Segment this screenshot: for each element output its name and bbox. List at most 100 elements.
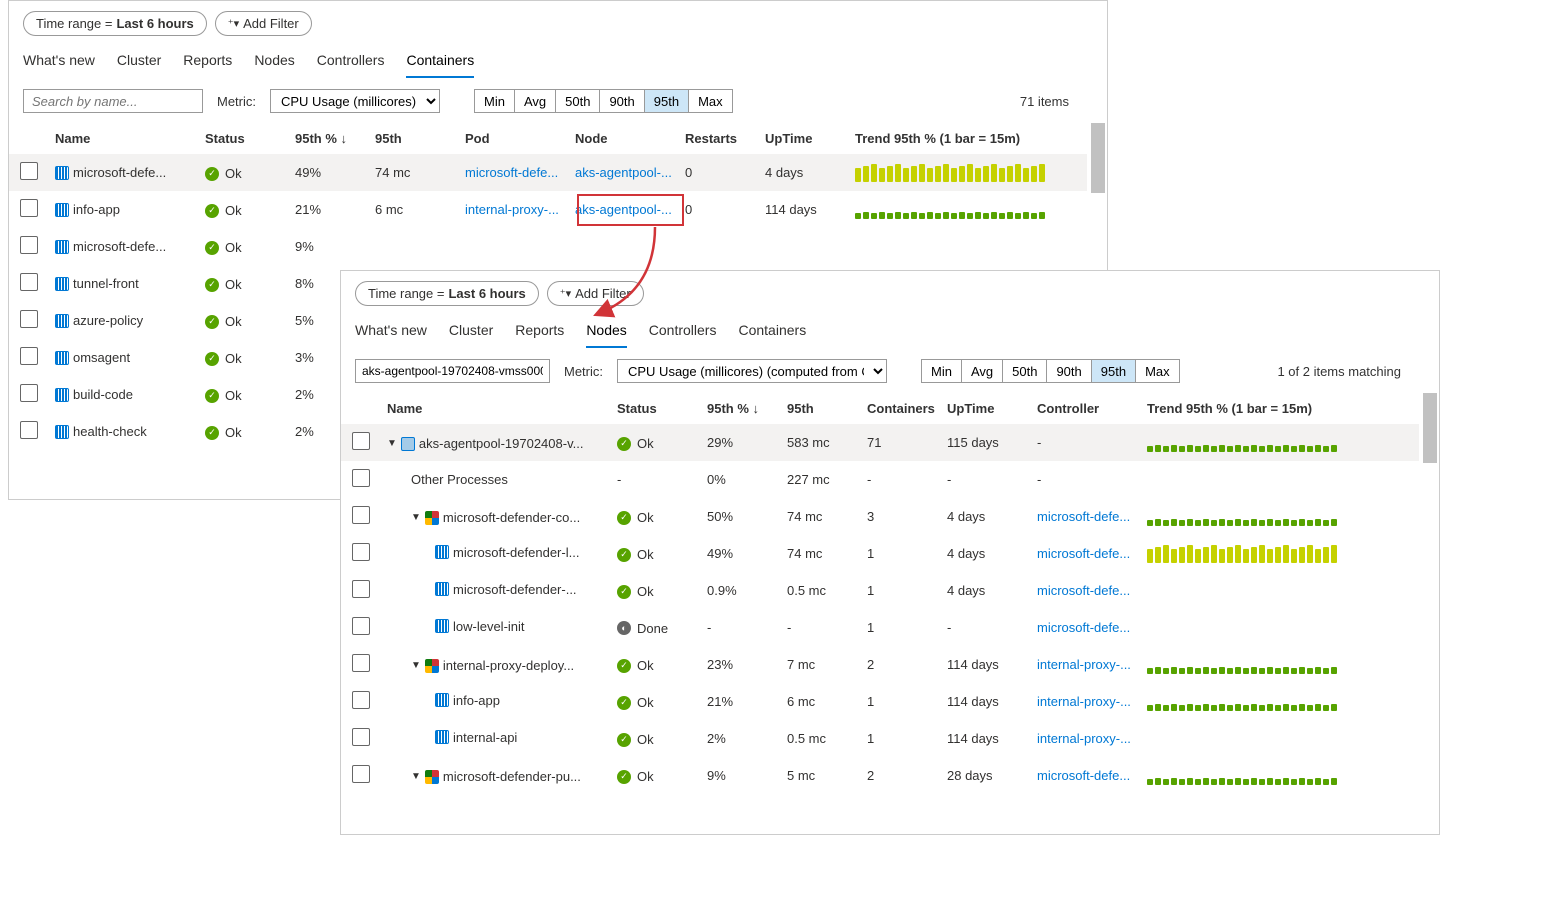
controller-link[interactable]: microsoft-defe...	[1037, 546, 1130, 561]
controller-link[interactable]: microsoft-defe...	[1037, 583, 1130, 598]
agg-avg[interactable]: Avg	[514, 89, 556, 113]
table-row[interactable]: microsoft-defe...✓Ok49%74 mcmicrosoft-de…	[9, 154, 1087, 191]
table-row[interactable]: microsoft-defender-l...✓Ok49%74 mc14 day…	[341, 535, 1419, 572]
tab-cluster[interactable]: Cluster	[117, 46, 161, 78]
row-checkbox[interactable]	[352, 469, 370, 487]
table-row[interactable]: microsoft-defender-...✓Ok0.9%0.5 mc14 da…	[341, 572, 1419, 609]
tab-nodes[interactable]: Nodes	[254, 46, 294, 78]
metric-label: Metric:	[564, 364, 603, 379]
tab-controllers[interactable]: Controllers	[649, 316, 717, 348]
add-filter-pill[interactable]: ⁺▾ Add Filter	[215, 11, 312, 36]
agg-90th[interactable]: 90th	[599, 89, 644, 113]
tab-bar: What's new Cluster Reports Nodes Controllers…	[341, 310, 1439, 349]
pod-link[interactable]: microsoft-defe...	[465, 165, 558, 180]
table-row[interactable]: low-level-init◐Done--1-microsoft-defe...	[341, 609, 1419, 646]
row-checkbox[interactable]	[352, 543, 370, 561]
col-header[interactable]: 95th	[369, 123, 459, 154]
add-filter-pill[interactable]: ⁺▾ Add Filter	[547, 281, 644, 306]
search-input[interactable]	[23, 89, 203, 113]
row-checkbox[interactable]	[352, 654, 370, 672]
col-header[interactable]: Name	[49, 123, 199, 154]
tab-reports[interactable]: Reports	[183, 46, 232, 78]
controller-link[interactable]: microsoft-defe...	[1037, 509, 1130, 524]
agg-max[interactable]: Max	[1135, 359, 1180, 383]
expand-caret-icon[interactable]: ▼	[387, 438, 397, 449]
table-row[interactable]: ▼microsoft-defender-co...✓Ok50%74 mc34 d…	[341, 498, 1419, 535]
row-checkbox[interactable]	[352, 728, 370, 746]
tab-reports[interactable]: Reports	[515, 316, 564, 348]
col-header[interactable]: 95th % ↓	[289, 123, 369, 154]
col-header[interactable]: Name	[381, 393, 611, 424]
row-checkbox[interactable]	[20, 347, 38, 365]
table-row[interactable]: ▼microsoft-defender-pu...✓Ok9%5 mc228 da…	[341, 757, 1419, 794]
tab-containers[interactable]: Containers	[406, 46, 474, 78]
agg-90th[interactable]: 90th	[1046, 359, 1091, 383]
table-row[interactable]: internal-api✓Ok2%0.5 mc1114 daysinternal…	[341, 720, 1419, 757]
row-checkbox[interactable]	[20, 421, 38, 439]
agg-min[interactable]: Min	[474, 89, 515, 113]
expand-caret-icon[interactable]: ▼	[411, 660, 421, 671]
tab-nodes[interactable]: Nodes	[586, 316, 626, 348]
row-checkbox[interactable]	[352, 580, 370, 598]
table-row[interactable]: ▼aks-agentpool-19702408-v...✓Ok29%583 mc…	[341, 424, 1419, 461]
col-header[interactable]: Node	[569, 123, 679, 154]
metric-select[interactable]: CPU Usage (millicores)	[270, 89, 440, 113]
tab-what-s-new[interactable]: What's new	[23, 46, 95, 78]
col-header[interactable]: Trend 95th % (1 bar = 15m)	[1141, 393, 1419, 424]
table-row[interactable]: ▼internal-proxy-deploy...✓Ok23%7 mc2114 …	[341, 646, 1419, 683]
agg-95th[interactable]: 95th	[644, 89, 689, 113]
col-header[interactable]: UpTime	[759, 123, 849, 154]
tab-cluster[interactable]: Cluster	[449, 316, 493, 348]
row-checkbox[interactable]	[20, 236, 38, 254]
row-checkbox[interactable]	[352, 765, 370, 783]
table-row[interactable]: info-app✓Ok21%6 mcinternal-proxy-...aks-…	[9, 191, 1087, 228]
ok-icon: ✓	[617, 548, 631, 562]
time-range-pill[interactable]: Time range = Last 6 hours	[23, 11, 207, 36]
table-row[interactable]: info-app✓Ok21%6 mc1114 daysinternal-prox…	[341, 683, 1419, 720]
col-header[interactable]: Status	[199, 123, 289, 154]
row-checkbox[interactable]	[20, 199, 38, 217]
tab-containers[interactable]: Containers	[738, 316, 806, 348]
scrollbar[interactable]	[1423, 393, 1437, 773]
col-header[interactable]: Trend 95th % (1 bar = 15m)	[849, 123, 1087, 154]
controller-link[interactable]: internal-proxy-...	[1037, 731, 1131, 746]
col-header[interactable]: Controller	[1031, 393, 1141, 424]
col-header[interactable]: 95th	[781, 393, 861, 424]
expand-caret-icon[interactable]: ▼	[411, 771, 421, 782]
row-checkbox[interactable]	[352, 506, 370, 524]
agg-95th[interactable]: 95th	[1091, 359, 1136, 383]
controller-link[interactable]: internal-proxy-...	[1037, 657, 1131, 672]
metric-select[interactable]: CPU Usage (millicores) (computed from Ca…	[617, 359, 887, 383]
col-header[interactable]: Restarts	[679, 123, 759, 154]
row-checkbox[interactable]	[20, 310, 38, 328]
row-checkbox[interactable]	[352, 432, 370, 450]
row-checkbox[interactable]	[352, 691, 370, 709]
controller-link[interactable]: microsoft-defe...	[1037, 620, 1130, 635]
node-link[interactable]: aks-agentpool-...	[575, 202, 672, 217]
agg-50th[interactable]: 50th	[555, 89, 600, 113]
agg-min[interactable]: Min	[921, 359, 962, 383]
col-header[interactable]: 95th % ↓	[701, 393, 781, 424]
agg-avg[interactable]: Avg	[961, 359, 1003, 383]
row-checkbox[interactable]	[352, 617, 370, 635]
agg-max[interactable]: Max	[688, 89, 733, 113]
node-search-input[interactable]	[355, 359, 550, 383]
col-header[interactable]: Pod	[459, 123, 569, 154]
tab-controllers[interactable]: Controllers	[317, 46, 385, 78]
controller-link[interactable]: microsoft-defe...	[1037, 768, 1130, 783]
row-checkbox[interactable]	[20, 162, 38, 180]
pod-link[interactable]: internal-proxy-...	[465, 202, 559, 217]
col-header[interactable]: UpTime	[941, 393, 1031, 424]
row-checkbox[interactable]	[20, 273, 38, 291]
col-header[interactable]: Containers	[861, 393, 941, 424]
col-header[interactable]: Status	[611, 393, 701, 424]
controller-link[interactable]: internal-proxy-...	[1037, 694, 1131, 709]
expand-caret-icon[interactable]: ▼	[411, 512, 421, 523]
row-checkbox[interactable]	[20, 384, 38, 402]
node-link[interactable]: aks-agentpool-...	[575, 165, 672, 180]
table-row[interactable]: microsoft-defe...✓Ok9%	[9, 228, 1087, 265]
agg-50th[interactable]: 50th	[1002, 359, 1047, 383]
table-row[interactable]: Other Processes-0%227 mc---	[341, 461, 1419, 498]
time-range-pill[interactable]: Time range = Last 6 hours	[355, 281, 539, 306]
tab-what-s-new[interactable]: What's new	[355, 316, 427, 348]
